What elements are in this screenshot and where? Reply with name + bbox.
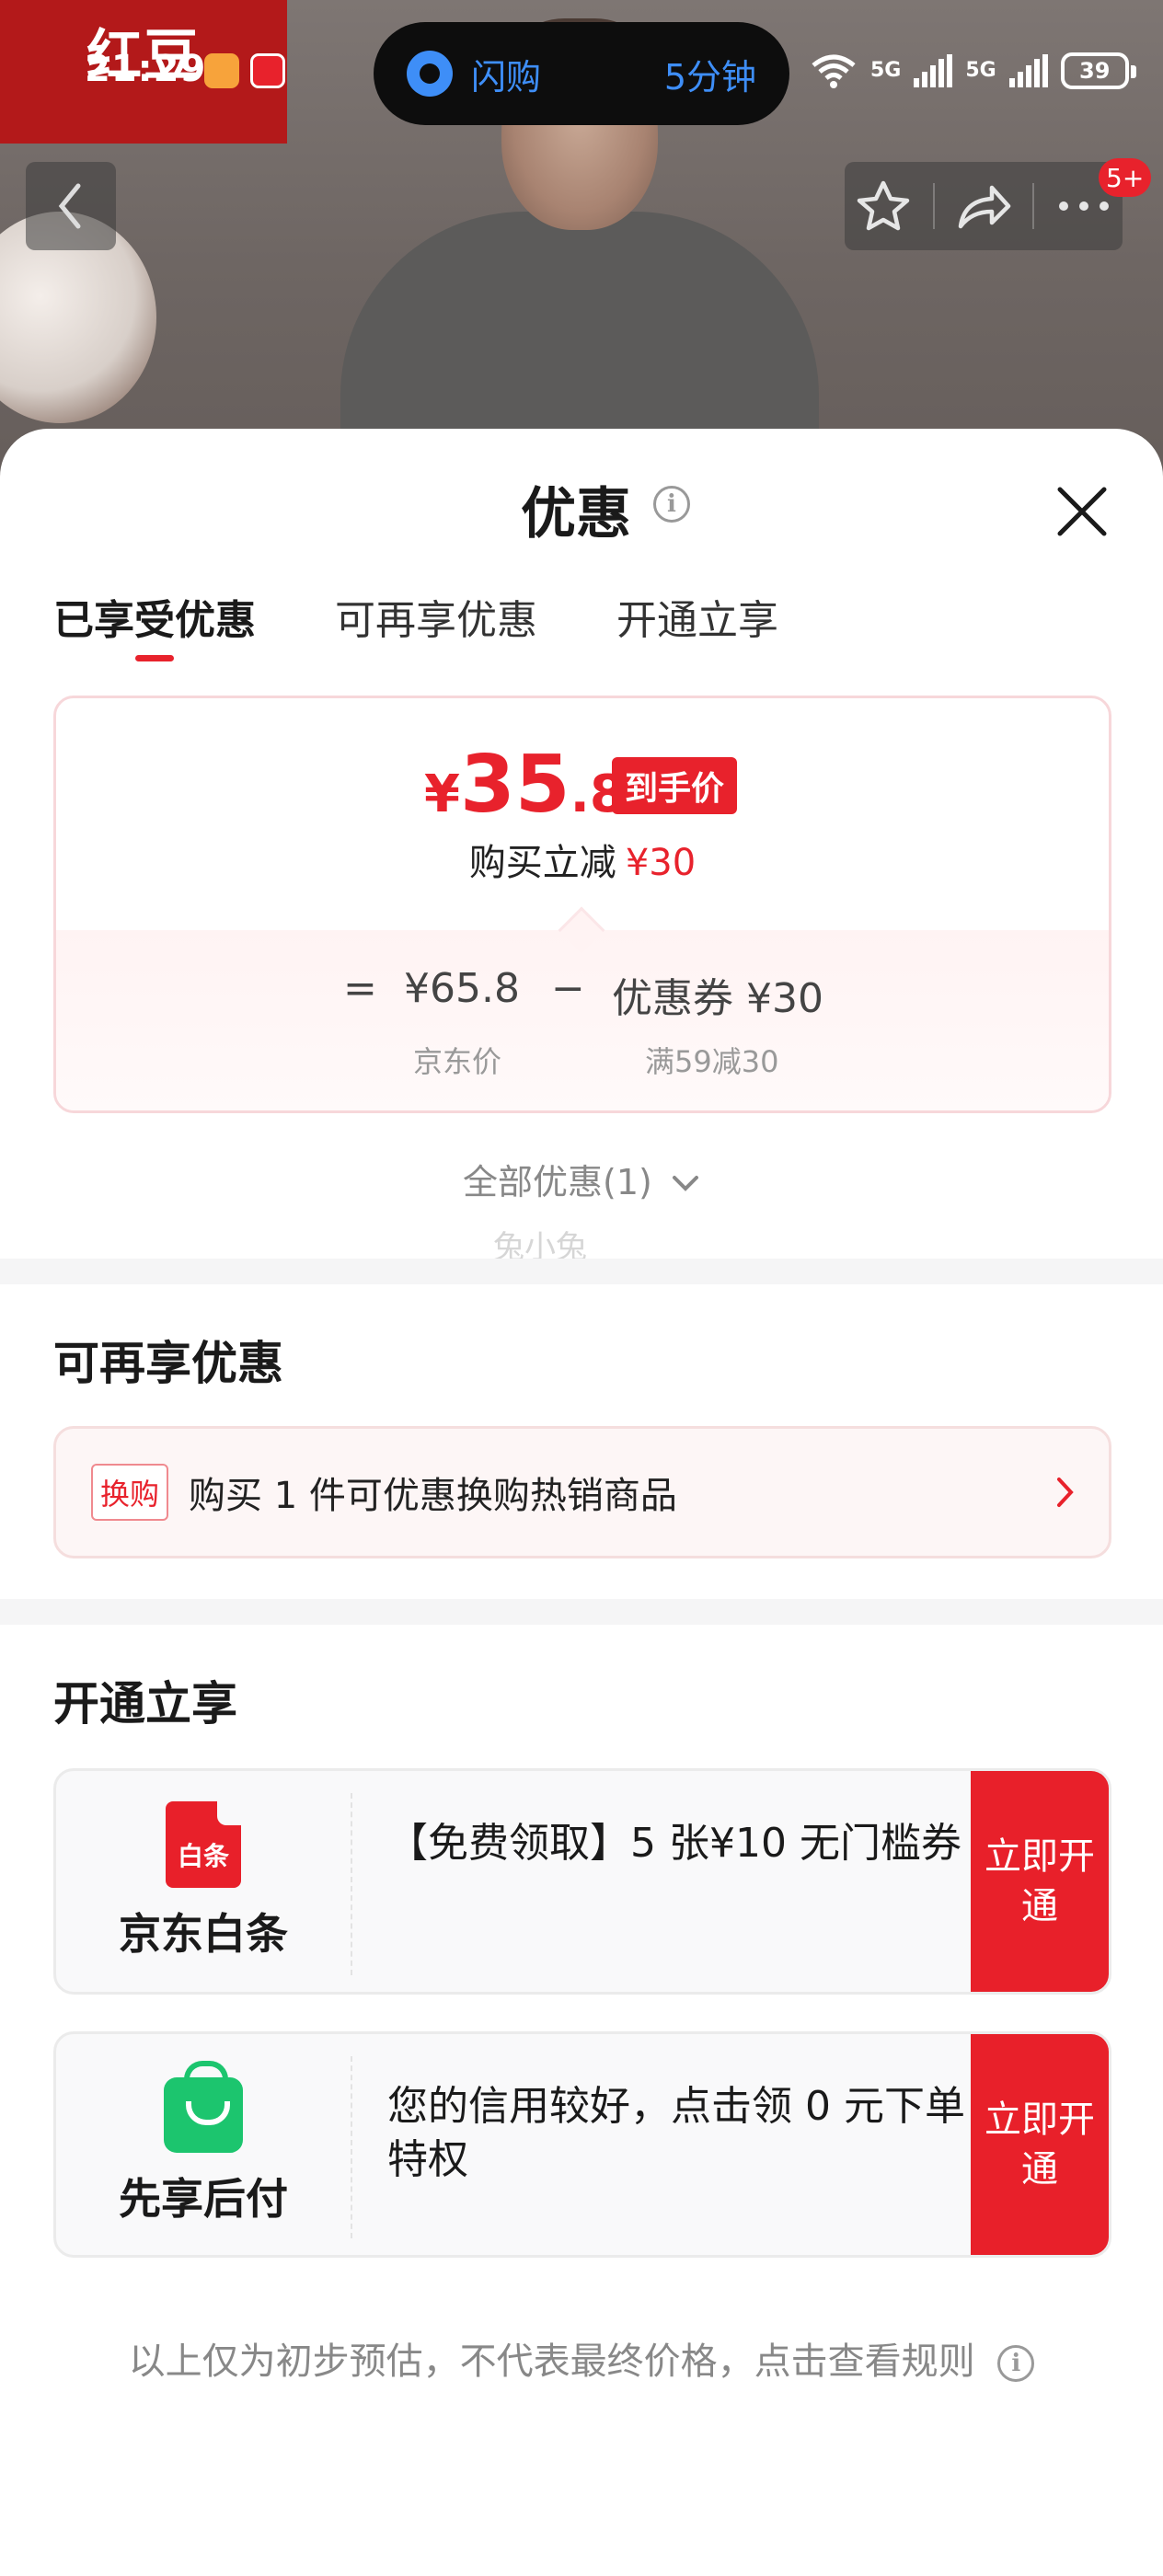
baitiao-open-button[interactable]: 立即开通 — [971, 1771, 1109, 1992]
flash-purchase-label: 闪购 — [471, 56, 542, 98]
formula-equals: = — [343, 965, 377, 1012]
final-price-tag: 到手价 — [612, 757, 738, 814]
price-breakdown-area — [56, 930, 1109, 1110]
open-to-enjoy-title: 开通立享 — [53, 1677, 237, 1731]
coupon-amount: 优惠券 ¥30 — [612, 975, 823, 1022]
card-separator — [351, 2056, 352, 2238]
close-icon[interactable] — [1049, 478, 1115, 545]
tab-open-to-enjoy[interactable]: 开通立享 — [616, 587, 778, 646]
all-offers-label: 全部优惠(1) — [463, 1162, 652, 1202]
page: 红豆 21:29 闪购 5分钟 5G 5G 39 5+ 优惠 i 已享受优惠 可… — [0, 0, 1163, 2576]
offer-tabs: 已享受优惠 可再享优惠 开通立享 — [53, 587, 778, 646]
baitiao-name: 京东白条 — [119, 1909, 288, 1959]
final-price: ¥ 35 .8 — [424, 739, 626, 831]
section-divider — [0, 1259, 1163, 1284]
signal-1-bars-icon — [914, 54, 953, 87]
share-icon[interactable] — [955, 180, 1012, 232]
pay-later-name: 先享后付 — [119, 2174, 288, 2224]
value-app-icon — [250, 53, 285, 88]
final-price-integer: 35 — [459, 739, 570, 831]
wifi-icon — [812, 54, 856, 88]
battery-icon: 39 — [1060, 52, 1136, 89]
pay-later-brand: 先享后付 — [56, 2034, 351, 2255]
back-button[interactable] — [26, 162, 116, 250]
info-icon[interactable]: i — [653, 486, 690, 523]
chevron-down-icon — [672, 1176, 698, 1191]
footer-note-text: 以上仅为初步预估，不代表最终价格，点击查看规则 — [128, 2340, 975, 2383]
star-icon[interactable] — [855, 178, 912, 234]
action-divider — [932, 183, 935, 229]
signal-2-label: 5G — [965, 59, 996, 82]
pay-later-desc: 您的信用较好，点击领 0 元下单特权 — [387, 2083, 965, 2183]
baitiao-brand: 白条 京东白条 — [56, 1771, 351, 1992]
flash-purchase-time: 5分钟 — [663, 56, 756, 98]
battery-level: 39 — [1079, 58, 1111, 84]
signal-2-bars-icon — [1008, 54, 1048, 87]
pay-later-open-button[interactable]: 立即开通 — [971, 2034, 1109, 2255]
instant-discount-amount: ¥30 — [625, 842, 697, 884]
price-formula: = ¥65.8 − 优惠券 ¥30 — [56, 965, 1109, 1022]
pay-later-card[interactable]: 先享后付 您的信用较好，点击领 0 元下单特权 立即开通 — [53, 2031, 1111, 2258]
status-icons: 5G 5G 39 — [810, 48, 1136, 94]
more-icon[interactable] — [1055, 197, 1112, 215]
info-icon: i — [997, 2345, 1035, 2382]
section-divider — [0, 1599, 1163, 1625]
formula-minus: − — [551, 965, 585, 1012]
coupon-rule: 满59减30 — [645, 1044, 779, 1079]
baitiao-icon: 白条 — [166, 1800, 243, 1888]
product-actions — [845, 162, 1123, 250]
tab-enjoyed-offers[interactable]: 已享受优惠 — [53, 587, 256, 646]
swap-offer-text: 购买 1 件可优惠换购热销商品 — [189, 1475, 677, 1517]
sheet-title: 优惠 — [521, 482, 631, 546]
sheet-header: 优惠 i — [0, 469, 1163, 546]
price-card: ¥ 35 .8 到手价 购买立减 ¥30 = ¥65.8 − 优惠券 ¥30 京东… — [53, 696, 1111, 1113]
tab-indicator — [135, 655, 174, 661]
chevron-right-icon — [1057, 1478, 1074, 1507]
flash-purchase-pill[interactable]: 闪购 5分钟 — [374, 22, 789, 125]
baitiao-desc: 【免费领取】5 张¥10 无门槛券 — [387, 1820, 961, 1867]
card-separator — [351, 1793, 352, 1975]
swap-offer-row[interactable]: 换购 购买 1 件可优惠换购热销商品 — [53, 1426, 1111, 1558]
baitiao-icon-text: 白条 — [177, 1841, 229, 1871]
jd-price-label: 京东价 — [413, 1044, 502, 1079]
instant-discount: 购买立减 ¥30 — [56, 833, 1109, 886]
swap-tag: 换购 — [91, 1464, 169, 1521]
signal-1-label: 5G — [870, 59, 902, 82]
more-offers-title: 可再享优惠 — [53, 1337, 283, 1390]
status-time: 21:29 — [85, 48, 207, 90]
all-offers-toggle[interactable]: 全部优惠(1) — [0, 1154, 1163, 1204]
final-price-currency: ¥ — [424, 765, 460, 824]
chevron-left-icon — [58, 183, 81, 229]
heart-app-icon — [204, 53, 239, 88]
jd-price: ¥65.8 — [404, 965, 520, 1012]
price-rules-link[interactable]: 以上仅为初步预估，不代表最终价格，点击查看规则 i — [0, 2331, 1163, 2385]
action-divider — [1032, 183, 1035, 229]
tab-more-offers[interactable]: 可再享优惠 — [335, 587, 537, 646]
flash-purchase-icon — [407, 51, 453, 97]
baitiao-card[interactable]: 白条 京东白条 【免费领取】5 张¥10 无门槛券 立即开通 — [53, 1768, 1111, 1995]
instant-discount-label: 购买立减 — [468, 842, 616, 884]
message-badge: 5+ — [1099, 158, 1152, 197]
shopping-bag-icon — [164, 2061, 243, 2153]
